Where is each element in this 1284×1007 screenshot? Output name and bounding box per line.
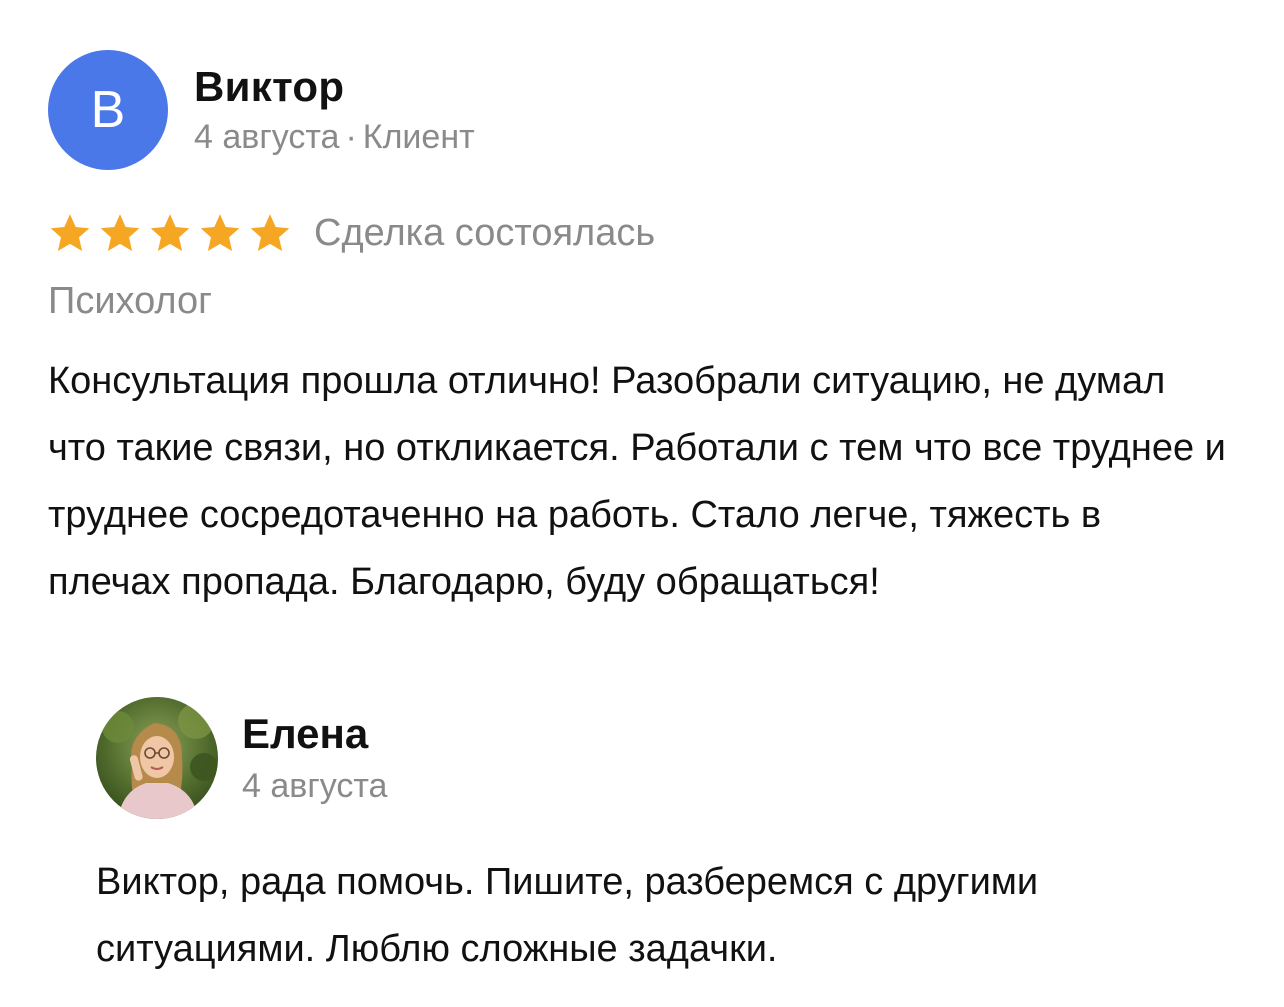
star-icon <box>200 214 240 251</box>
star-icon <box>50 214 90 251</box>
service-category: Психолог <box>48 280 213 322</box>
review-text: Консультация прошла отлично! Разобрали с… <box>48 360 1226 603</box>
review-date: 4 августа <box>194 118 340 156</box>
deal-status: Сделка состоялась <box>314 212 656 254</box>
review-card: В Виктор 4 августа · Клиент Сделка состоял… <box>48 50 1248 616</box>
reply-card: Елена 4 августа Виктор, рада помочь. Пиш… <box>96 697 1216 983</box>
avatar[interactable] <box>96 697 218 819</box>
reply-text: Виктор, рада помочь. Пишите, разберемся … <box>96 861 1039 970</box>
author-meta: 4 августа · Клиент <box>194 115 475 159</box>
author-role: Клиент <box>362 118 475 156</box>
star-icon <box>150 214 190 251</box>
author-name[interactable]: Виктор <box>194 61 475 113</box>
star-icon <box>100 214 140 251</box>
rating-row: Сделка состоялась <box>48 208 1248 258</box>
star-rating <box>48 211 292 255</box>
author-block: Виктор 4 августа · Клиент <box>194 61 475 159</box>
avatar-initial: В <box>90 81 126 139</box>
star-icon <box>250 214 290 251</box>
review-header: В Виктор 4 августа · Клиент <box>48 50 1248 170</box>
reply-author-name[interactable]: Елена <box>242 708 387 760</box>
reply-date: 4 августа <box>242 767 388 805</box>
reply-author-block: Елена 4 августа <box>242 708 387 808</box>
avatar[interactable]: В <box>48 50 168 170</box>
reply-header: Елена 4 августа <box>96 697 1216 819</box>
avatar-photo-icon <box>96 697 218 819</box>
meta-separator: · <box>345 118 357 156</box>
